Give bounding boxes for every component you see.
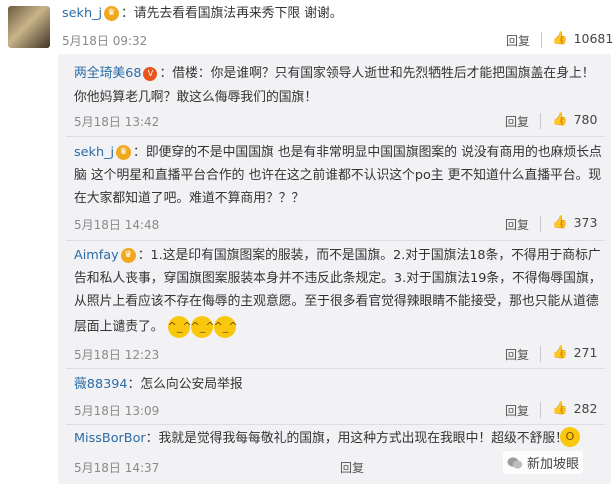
timestamp: 5月18日 13:09 — [74, 404, 160, 418]
timestamp: 5月18日 14:37 — [74, 461, 160, 475]
top-comment: sekh_j ♛ ：请先去看看国旗法再来秀下限 谢谢。 5月18日 09:32 回复… — [0, 0, 615, 58]
like-button[interactable]: 👍 780 — [552, 111, 597, 127]
like-button[interactable]: 👍 282 — [552, 400, 597, 416]
like-count: 271 — [573, 344, 598, 360]
thumbs-up-icon: 👍 — [552, 30, 568, 45]
separator — [66, 136, 605, 137]
reply-text-line: 告和私人丧事，穿国旗图案服装本身并不违反此条规定。3.对于国旗法19条，不得侮辱… — [74, 271, 602, 286]
divider — [540, 113, 541, 129]
separator — [66, 240, 605, 241]
thumbs-up-icon: 👍 — [552, 214, 568, 229]
reply-button[interactable]: 回复 — [506, 32, 530, 49]
reply-button[interactable]: 回复 — [505, 346, 529, 363]
divider — [540, 402, 541, 418]
comment-text-line: sekh_j ♛ ：请先去看看国旗法再来秀下限 谢谢。 — [62, 6, 343, 21]
timestamp: 5月18日 12:23 — [74, 348, 160, 362]
cat-face-icon: ^_^ — [190, 316, 215, 338]
reply-text-line: MissBorBor：我就是觉得我每每敬礼的国旗，用这种方式出现在我眼中！超级不… — [74, 431, 568, 446]
divider — [540, 216, 541, 232]
like-count: 10681 — [573, 30, 614, 46]
cat-face-icon: ^_^ — [167, 316, 192, 338]
separator — [66, 424, 605, 425]
level-badge-icon: V — [143, 66, 158, 81]
reply-button[interactable]: 回复 — [505, 402, 529, 419]
timestamp: 5月18日 13:42 — [74, 115, 160, 129]
like-count: 282 — [573, 400, 598, 416]
divider — [540, 346, 541, 362]
thumbs-up-icon: 👍 — [552, 344, 568, 359]
reply-text-line: Aimfay ♛ ：1.这是印有国旗图案的服装，而不是国旗。2.对于国旗法18条，不… — [74, 248, 601, 263]
reply-text-line: 从照片上看应该不存在侮辱的主观意愿。至于很多看官觉得辣眼睛不能接受，那也只能从道… — [74, 294, 599, 309]
reply-text-line: 脑 这个明星和直播平台合作的 也许在这之前谁都不认识这个po主 更不知道什么直播… — [74, 168, 602, 183]
username-link[interactable]: 薇88394 — [74, 377, 128, 392]
divider — [541, 32, 542, 48]
reply-text-line: sekh_j ♛ ：即便穿的不是中国国旗 也是有非常明显中国国旗图案的 说没有商用的… — [74, 145, 602, 160]
cat-face-icon: ^_^ — [213, 316, 238, 338]
username-link[interactable]: sekh_j — [62, 6, 102, 21]
reply-text-line: 薇88394：怎么向公安局举报 — [74, 377, 243, 392]
timestamp: 5月18日 14:48 — [74, 218, 160, 232]
watermark: 新加坡眼 — [503, 451, 584, 474]
like-count: 373 — [573, 214, 598, 230]
username-link[interactable]: MissBorBor — [74, 431, 146, 446]
username-link[interactable]: Aimfay — [74, 248, 119, 263]
avatar[interactable] — [8, 6, 50, 48]
vip-crown-icon: ♛ — [104, 6, 120, 21]
username-link[interactable]: sekh_j — [74, 145, 114, 160]
like-button[interactable]: 👍 271 — [552, 344, 597, 360]
like-button[interactable]: 👍 10681 — [552, 30, 613, 46]
wechat-icon — [507, 456, 523, 468]
timestamp: 5月18日 09:32 — [62, 34, 148, 48]
reply-text-line: 你他妈算老几啊？敢这么侮辱我们的国旗！ — [74, 90, 318, 105]
reply-text-line: 在大家都知道了吧。难道不算商用？？？ — [74, 191, 305, 206]
reply-button[interactable]: 回复 — [505, 113, 529, 130]
like-button[interactable]: 👍 373 — [552, 214, 597, 230]
vip-crown-icon: ♛ — [116, 145, 132, 160]
thumbs-up-icon: 👍 — [552, 111, 568, 126]
vip-crown-icon: ♛ — [120, 248, 136, 263]
reply-button[interactable]: 回复 — [505, 216, 529, 233]
reply-button[interactable]: 回复 — [340, 459, 364, 476]
like-count: 780 — [573, 111, 598, 127]
reply-text-line: 层面上谴责了。 ^_^^_^^_^ — [74, 316, 238, 339]
reply-text-line: 两全琦美68 V ：借楼：你是谁啊？只有国家领导人逝世和先烈牺牲后才能把国旗盖在身上… — [74, 66, 595, 81]
thumbs-up-icon: 👍 — [552, 400, 568, 415]
username-link[interactable]: 两全琦美68 — [74, 66, 141, 81]
shocked-face-icon: O — [560, 427, 580, 447]
separator — [66, 368, 605, 369]
